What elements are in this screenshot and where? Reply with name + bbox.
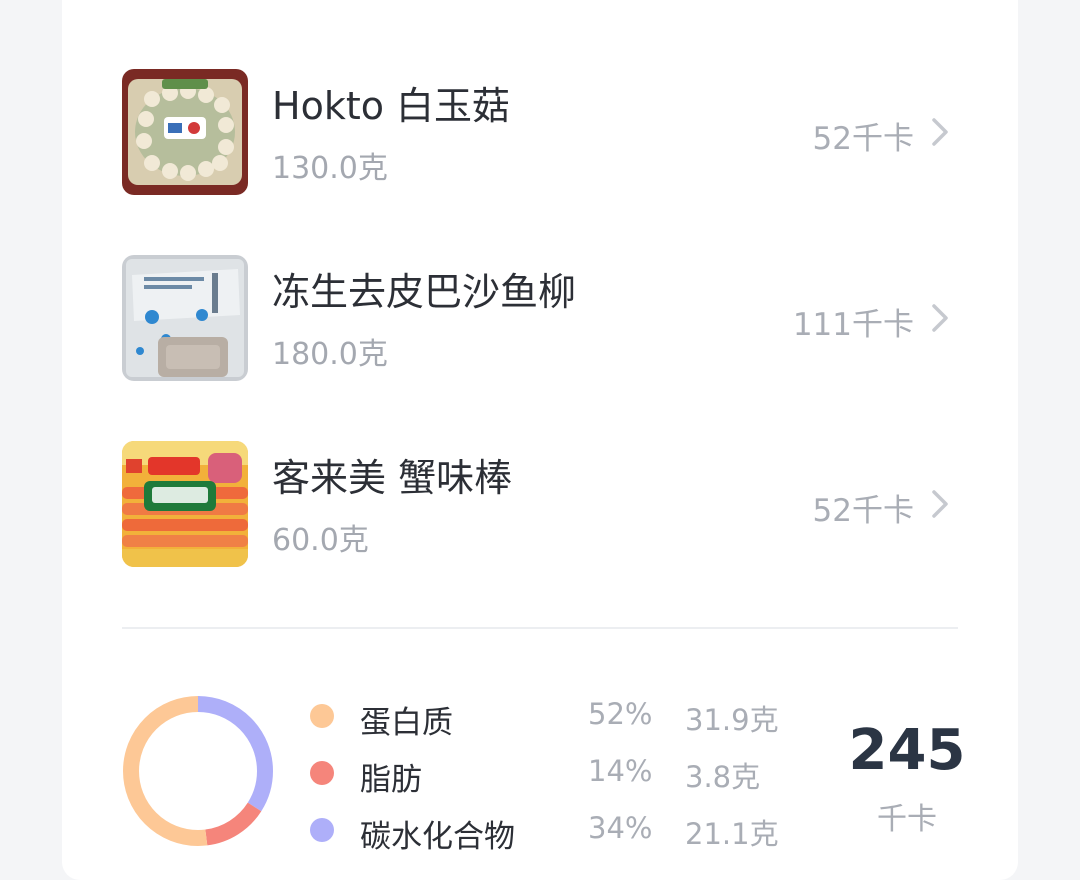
legend-row-fat: 脂肪 14% 3.8克	[310, 754, 810, 798]
legend-dot	[310, 761, 334, 785]
legend-name: 碳水化合物	[360, 819, 515, 855]
chevron-right-icon	[932, 118, 948, 146]
mushroom-package-photo	[122, 69, 248, 195]
food-name: 冻生去皮巴沙鱼柳	[272, 270, 577, 314]
food-item[interactable]: Hokto 白玉菇 130.0克 52千卡	[122, 69, 958, 197]
legend-row-protein: 蛋白质 52% 31.9克	[310, 697, 810, 741]
legend-row-carbs: 碳水化合物 34% 21.1克	[310, 811, 810, 855]
legend-percent: 14%	[588, 754, 653, 788]
chevron-right-icon	[932, 304, 948, 332]
food-name: 客来美 蟹味棒	[272, 456, 513, 500]
legend-dot	[310, 704, 334, 728]
frozen-fish-package-photo	[122, 255, 248, 381]
food-calories: 111千卡	[792, 307, 914, 343]
macro-donut-chart	[123, 696, 273, 846]
crab-stick-package-photo	[122, 441, 248, 567]
food-item[interactable]: 客来美 蟹味棒 60.0克 52千卡	[122, 441, 958, 569]
food-item[interactable]: 冻生去皮巴沙鱼柳 180.0克 111千卡	[122, 255, 958, 383]
total-calories-unit: 千卡	[877, 802, 937, 837]
legend-grams: 31.9克	[685, 703, 779, 737]
legend-grams: 3.8克	[685, 760, 761, 794]
food-calories: 52千卡	[812, 493, 914, 529]
food-calories: 52千卡	[812, 121, 914, 157]
legend-name: 脂肪	[360, 762, 422, 798]
food-weight: 60.0克	[272, 523, 369, 558]
legend-grams: 21.1克	[685, 817, 779, 851]
legend-percent: 52%	[588, 697, 653, 731]
legend-percent: 34%	[588, 811, 653, 845]
food-weight: 130.0克	[272, 151, 388, 186]
food-name: Hokto 白玉菇	[272, 84, 511, 128]
divider	[122, 627, 958, 629]
chevron-right-icon	[932, 490, 948, 518]
food-weight: 180.0克	[272, 337, 388, 372]
legend-dot	[310, 818, 334, 842]
total-calories-value: 245	[848, 718, 966, 783]
legend-name: 蛋白质	[360, 705, 453, 741]
